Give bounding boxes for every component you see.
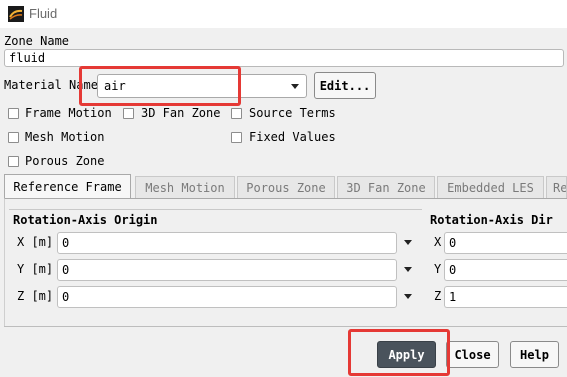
zone-name-field[interactable]: fluid <box>4 49 564 67</box>
tab-3d-fan-zone[interactable]: 3D Fan Zone <box>337 176 435 198</box>
origin-y-dropdown-icon[interactable] <box>404 267 412 272</box>
material-name-dropdown[interactable]: air <box>97 74 307 98</box>
fluent-app-icon <box>8 6 24 22</box>
chevron-down-icon <box>291 84 299 89</box>
apply-button[interactable]: Apply <box>377 341 436 368</box>
origin-y-label: Y [m] <box>17 262 54 276</box>
tab-embedded-les[interactable]: Embedded LES <box>437 176 544 198</box>
direction-x-input[interactable]: 0 <box>444 232 567 254</box>
direction-y-label: Y <box>434 262 442 276</box>
porous-zone-checkbox[interactable] <box>8 156 19 167</box>
tab-truncated[interactable]: Re <box>546 176 567 198</box>
material-name-label: Material Name <box>4 78 98 92</box>
mesh-motion-label: Mesh Motion <box>25 130 105 144</box>
direction-z-input[interactable]: 1 <box>444 286 567 308</box>
footer-separator <box>4 326 567 327</box>
fixed-values-label: Fixed Values <box>249 130 336 144</box>
frame-motion-checkbox[interactable] <box>8 108 19 119</box>
origin-x-dropdown-icon[interactable] <box>404 240 412 245</box>
origin-x-label: X [m] <box>17 235 54 249</box>
close-button[interactable]: Close <box>446 341 499 368</box>
origin-y-input[interactable]: 0 <box>57 259 397 281</box>
material-name-value: air <box>104 79 126 93</box>
mesh-motion-checkbox[interactable] <box>8 132 19 143</box>
rotation-axis-direction-title: Rotation-Axis Dir <box>430 213 553 227</box>
origin-x-input[interactable]: 0 <box>57 232 397 254</box>
zone-name-value: fluid <box>9 51 46 65</box>
window-title: Fluid <box>29 6 58 21</box>
frame-motion-label: Frame Motion <box>25 106 112 120</box>
zone-name-label: Zone Name <box>4 34 70 48</box>
fixed-values-checkbox[interactable] <box>231 132 242 143</box>
rotation-axis-origin-title: Rotation-Axis Origin <box>13 213 158 227</box>
help-button[interactable]: Help <box>510 341 559 368</box>
edit-material-button[interactable]: Edit... <box>314 72 376 99</box>
group-divider <box>9 209 422 210</box>
tab-porous-zone[interactable]: Porous Zone <box>237 176 335 198</box>
origin-z-dropdown-icon[interactable] <box>404 294 412 299</box>
porous-zone-label: Porous Zone <box>25 154 105 168</box>
tab-mesh-motion[interactable]: Mesh Motion <box>135 176 235 198</box>
tab-reference-frame[interactable]: Reference Frame <box>4 174 131 199</box>
fan-zone-3d-label: 3D Fan Zone <box>141 106 221 120</box>
source-terms-label: Source Terms <box>249 106 336 120</box>
direction-y-input[interactable]: 0 <box>444 259 567 281</box>
fan-zone-3d-checkbox[interactable] <box>123 108 134 119</box>
direction-x-label: X <box>434 235 442 249</box>
origin-z-input[interactable]: 0 <box>57 286 397 308</box>
source-terms-checkbox[interactable] <box>231 108 242 119</box>
direction-z-label: Z <box>434 289 442 303</box>
origin-z-label: Z [m] <box>17 289 54 303</box>
title-bar: Fluid <box>0 0 567 28</box>
